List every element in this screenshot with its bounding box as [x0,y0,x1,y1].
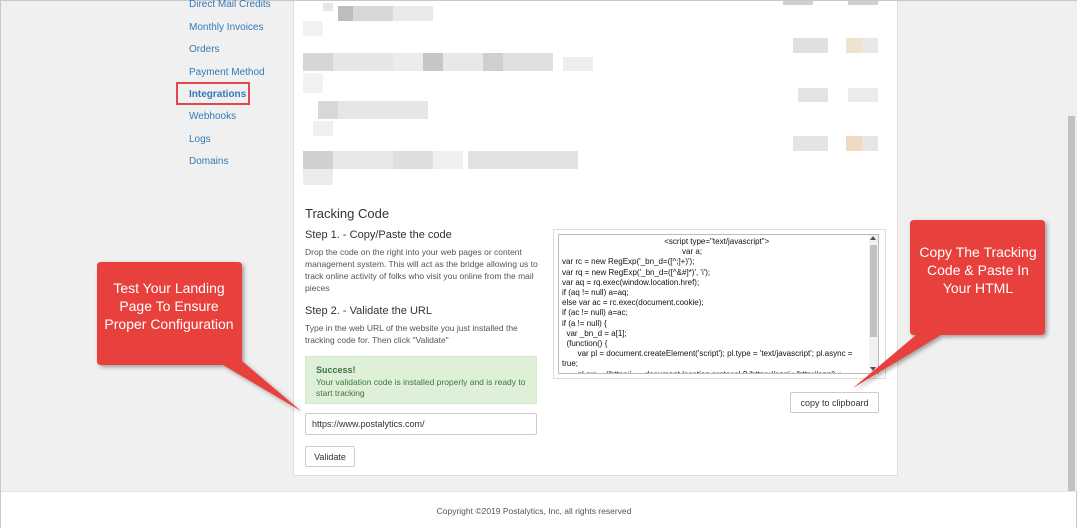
sidebar-item-logs[interactable]: Logs [189,134,211,145]
copy-to-clipboard-button[interactable]: copy to clipboard [790,392,879,413]
tracking-code-text: <script type="text/javascript"> var a; v… [562,237,853,373]
sidebar-item-domains[interactable]: Domains [189,156,228,167]
success-alert: Success! Your validation code is install… [305,356,537,404]
sidebar: Direct Mail Credits Monthly Invoices Ord… [1,0,291,491]
code-scrollbar[interactable] [869,235,878,373]
copyright-text: Copyright ©2019 Postalytics, Inc, all ri… [436,506,632,516]
page-scrollbar[interactable] [1066,1,1077,491]
validate-button[interactable]: Validate [305,446,355,467]
tracking-code-title: Tracking Code [305,206,390,221]
success-title: Success! [316,365,356,375]
step2-description: Type in the web URL of the website you j… [305,323,518,345]
scroll-down-icon[interactable] [870,367,876,371]
sidebar-item-monthly-invoices[interactable]: Monthly Invoices [189,22,263,33]
sidebar-item-webhooks[interactable]: Webhooks [189,111,236,122]
right-callout-text: Copy The Tracking Code & Paste In Your H… [919,244,1037,296]
step1-description: Drop the code on the right into your web… [305,247,538,293]
step1-title: Step 1. - Copy/Paste the code [305,229,452,241]
page-scroll-thumb[interactable] [1068,116,1075,491]
step2-title: Step 2. - Validate the URL [305,305,432,317]
left-callout-text: Test Your Landing Page To Ensure Proper … [104,280,234,332]
success-message: Your validation code is installed proper… [316,377,526,398]
sidebar-item-payment-method[interactable]: Payment Method [189,67,265,78]
blurred-content [303,1,893,191]
footer: Copyright ©2019 Postalytics, Inc, all ri… [1,491,1076,528]
integrations-highlight-box [176,82,250,105]
scroll-up-icon[interactable] [870,236,876,240]
tracking-code-textarea[interactable]: <script type="text/javascript"> var a; v… [558,234,879,374]
code-scroll-thumb[interactable] [870,245,877,337]
sidebar-item-orders[interactable]: Orders [189,44,220,55]
url-input[interactable] [305,413,537,435]
sidebar-item-direct-mail-credits[interactable]: Direct Mail Credits [189,0,271,10]
